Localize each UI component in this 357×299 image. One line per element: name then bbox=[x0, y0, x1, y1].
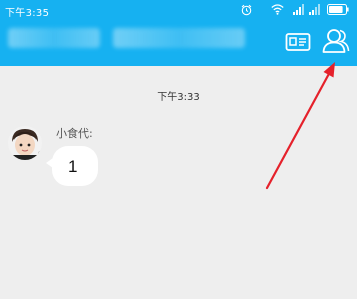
status-icons bbox=[241, 4, 351, 16]
contacts-person-icon bbox=[322, 29, 350, 53]
status-time: 下午3:35 bbox=[5, 8, 50, 19]
blurred-title-part-2 bbox=[113, 28, 245, 48]
message-text: 1 bbox=[68, 157, 78, 176]
signal-icon bbox=[293, 4, 304, 15]
avatar[interactable] bbox=[8, 126, 42, 160]
sender-name: 小食代: bbox=[56, 127, 93, 140]
id-card-icon bbox=[285, 33, 311, 51]
alarm-icon bbox=[241, 4, 252, 16]
message-timestamp: 下午3:33 bbox=[157, 92, 200, 103]
battery-icon bbox=[327, 4, 349, 15]
title-bar: 下午3:35 bbox=[0, 0, 357, 66]
profile-card-button[interactable] bbox=[285, 29, 311, 55]
avatar-image bbox=[8, 126, 42, 160]
blurred-title-part-1 bbox=[8, 28, 100, 48]
group-members-button[interactable] bbox=[321, 26, 351, 56]
message-bubble[interactable]: 1 bbox=[52, 146, 98, 186]
wifi-icon bbox=[271, 4, 284, 15]
status-bar: 下午3:35 bbox=[0, 0, 357, 20]
signal-icon-2 bbox=[309, 4, 320, 15]
